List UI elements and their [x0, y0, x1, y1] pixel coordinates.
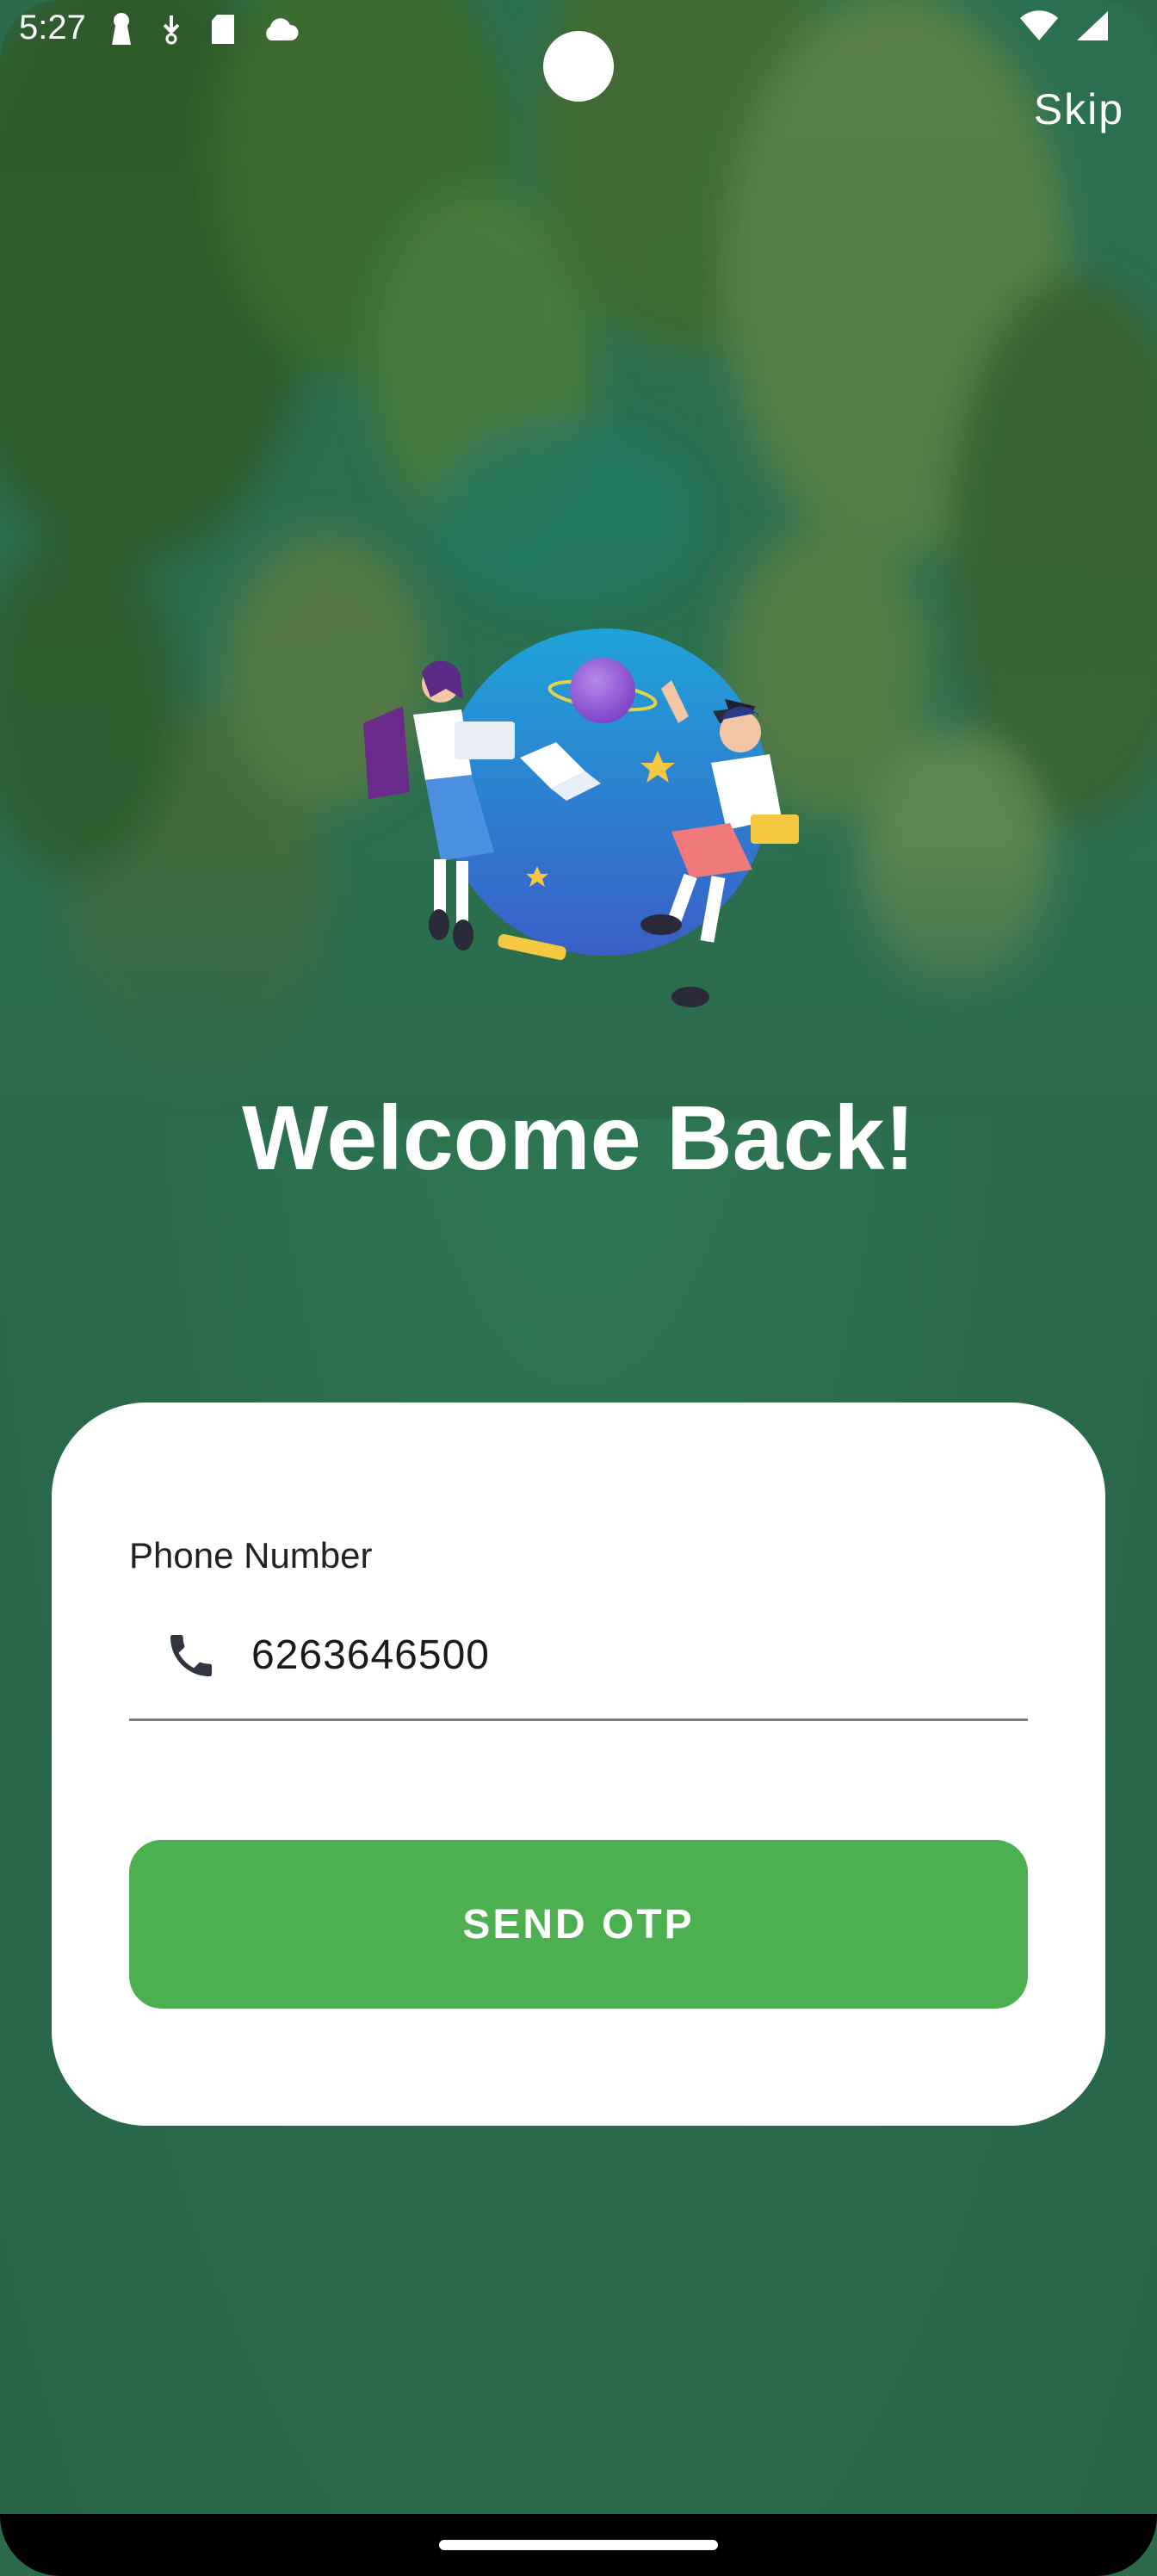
- students-globe-illustration: [363, 629, 799, 1007]
- login-screen: 5:27 Skip Welcome Back! Phone Number 626…: [0, 0, 1157, 2576]
- signal-icon: [1077, 11, 1108, 40]
- cloud-icon: [266, 18, 299, 40]
- download-icon: [163, 15, 180, 45]
- status-icons-left: [110, 12, 300, 46]
- home-gesture-handle[interactable]: [439, 2540, 718, 2550]
- phone-icon: [170, 1635, 212, 1676]
- status-icons-right: [1019, 10, 1109, 41]
- camera-cutout: [543, 31, 614, 102]
- keyhole-icon: [112, 13, 131, 45]
- phone-number-input[interactable]: [251, 1625, 1009, 1685]
- sd-card-icon: [212, 15, 234, 44]
- page-title: Welcome Back!: [242, 1087, 915, 1189]
- status-time: 5:27: [19, 9, 86, 46]
- send-otp-button[interactable]: SEND OTP: [129, 1840, 1028, 2009]
- skip-button[interactable]: Skip: [1034, 84, 1124, 134]
- phone-number-label: Phone Number: [129, 1535, 373, 1576]
- phone-input-underline: [129, 1718, 1028, 1721]
- status-bar: 5:27: [0, 0, 1157, 102]
- login-card: Phone Number SEND OTP: [52, 1403, 1105, 2126]
- wifi-icon: [1020, 10, 1058, 41]
